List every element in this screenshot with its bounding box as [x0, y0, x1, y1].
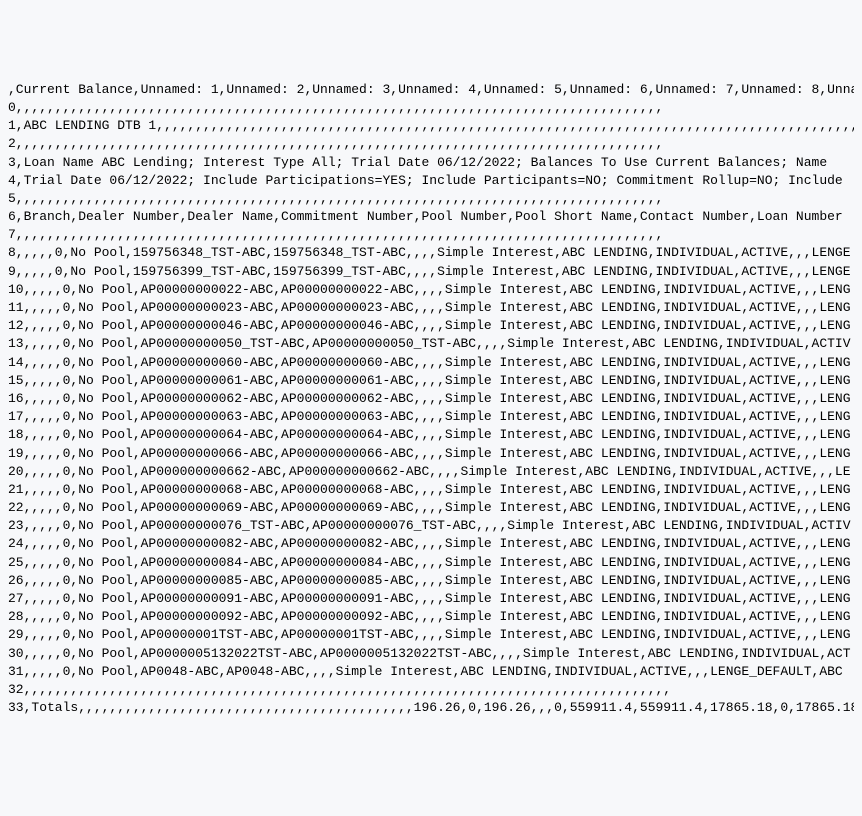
csv-line: 20,,,,,0,No Pool,AP000000000662-ABC,AP00… [8, 463, 854, 481]
csv-line: 29,,,,,0,No Pool,AP00000001TST-ABC,AP000… [8, 626, 854, 644]
csv-line: 12,,,,,0,No Pool,AP00000000046-ABC,AP000… [8, 317, 854, 335]
csv-line: 0,,,,,,,,,,,,,,,,,,,,,,,,,,,,,,,,,,,,,,,… [8, 99, 854, 117]
csv-line: 16,,,,,0,No Pool,AP00000000062-ABC,AP000… [8, 390, 854, 408]
csv-line: 2,,,,,,,,,,,,,,,,,,,,,,,,,,,,,,,,,,,,,,,… [8, 135, 854, 153]
csv-line: 22,,,,,0,No Pool,AP00000000069-ABC,AP000… [8, 499, 854, 517]
csv-line: 33,Totals,,,,,,,,,,,,,,,,,,,,,,,,,,,,,,,… [8, 699, 854, 717]
csv-line: 6,Branch,Dealer Number,Dealer Name,Commi… [8, 208, 854, 226]
csv-line: 5,,,,,,,,,,,,,,,,,,,,,,,,,,,,,,,,,,,,,,,… [8, 190, 854, 208]
csv-line: 31,,,,,0,No Pool,AP0048-ABC,AP0048-ABC,,… [8, 663, 854, 681]
csv-line: 9,,,,,0,No Pool,159756399_TST-ABC,159756… [8, 263, 854, 281]
csv-line: 14,,,,,0,No Pool,AP00000000060-ABC,AP000… [8, 354, 854, 372]
csv-line: 21,,,,,0,No Pool,AP00000000068-ABC,AP000… [8, 481, 854, 499]
csv-line: 13,,,,,0,No Pool,AP00000000050_TST-ABC,A… [8, 335, 854, 353]
csv-line: 18,,,,,0,No Pool,AP00000000064-ABC,AP000… [8, 426, 854, 444]
csv-line: 10,,,,,0,No Pool,AP00000000022-ABC,AP000… [8, 281, 854, 299]
csv-line: 8,,,,,0,No Pool,159756348_TST-ABC,159756… [8, 244, 854, 262]
csv-line: 27,,,,,0,No Pool,AP00000000091-ABC,AP000… [8, 590, 854, 608]
csv-line: 1,ABC LENDING DTB 1,,,,,,,,,,,,,,,,,,,,,… [8, 117, 854, 135]
csv-line: 26,,,,,0,No Pool,AP00000000085-ABC,AP000… [8, 572, 854, 590]
csv-line: 24,,,,,0,No Pool,AP00000000082-ABC,AP000… [8, 535, 854, 553]
csv-line: 32,,,,,,,,,,,,,,,,,,,,,,,,,,,,,,,,,,,,,,… [8, 681, 854, 699]
csv-line: 15,,,,,0,No Pool,AP00000000061-ABC,AP000… [8, 372, 854, 390]
csv-line: 30,,,,,0,No Pool,AP0000005132022TST-ABC,… [8, 645, 854, 663]
csv-line: 19,,,,,0,No Pool,AP00000000066-ABC,AP000… [8, 445, 854, 463]
csv-line: 4,Trial Date 06/12/2022; Include Partici… [8, 172, 854, 190]
csv-line: 7,,,,,,,,,,,,,,,,,,,,,,,,,,,,,,,,,,,,,,,… [8, 226, 854, 244]
csv-text-content: ,Current Balance,Unnamed: 1,Unnamed: 2,U… [8, 81, 854, 718]
csv-line: 25,,,,,0,No Pool,AP00000000084-ABC,AP000… [8, 554, 854, 572]
csv-line: 17,,,,,0,No Pool,AP00000000063-ABC,AP000… [8, 408, 854, 426]
csv-line: 3,Loan Name ABC Lending; Interest Type A… [8, 154, 854, 172]
csv-line: ,Current Balance,Unnamed: 1,Unnamed: 2,U… [8, 81, 854, 99]
csv-line: 23,,,,,0,No Pool,AP00000000076_TST-ABC,A… [8, 517, 854, 535]
csv-line: 11,,,,,0,No Pool,AP00000000023-ABC,AP000… [8, 299, 854, 317]
csv-line: 28,,,,,0,No Pool,AP00000000092-ABC,AP000… [8, 608, 854, 626]
